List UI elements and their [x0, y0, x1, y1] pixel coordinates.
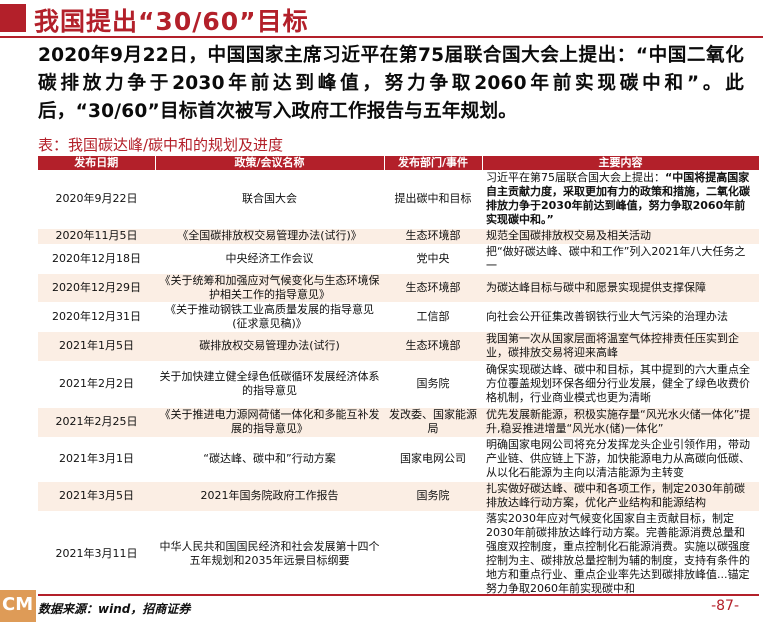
content-text: 落实2030年应对气候变化国家自主贡献目标，制定2030年前碳排放达峰行动方案。…	[486, 511, 750, 595]
content-text: 规范全国碳排放权交易及相关活动	[486, 229, 651, 242]
cell-date: 2021年2月2日	[38, 361, 155, 408]
cell-content: 规范全国碳排放权交易及相关活动	[482, 228, 759, 245]
cell-department: 党中央	[384, 244, 482, 274]
data-source: 数据来源：wind，招商证券	[38, 602, 191, 616]
title-accent-block	[0, 4, 26, 32]
content-text: 把“做好碳达峰、碳中和工作”列入2021年八大任务之一	[486, 244, 746, 272]
cell-department: 国务院	[384, 361, 482, 408]
content-text: 向社会公开征集改善钢铁行业大气污染的治理办法	[486, 309, 728, 323]
table-row: 2020年12月31日 《关于推动钢铁工业高质量发展的指导意见(征求意见稿)》 工信…	[38, 302, 759, 332]
cell-department: 生态环境部	[384, 228, 482, 245]
logo: CM	[0, 590, 36, 622]
policy-table: 发布日期 政策/会议名称 发布部门/事件 主要内容 2020年9月22日 联合国大…	[38, 156, 760, 597]
cell-policy-name: 中央经济工作会议	[155, 244, 384, 274]
cell-policy-name: 《全国碳排放权交易管理办法(试行)》	[155, 228, 384, 245]
footer-rule	[38, 594, 759, 596]
content-text: 为碳达峰目标与碳中和愿景实现提供支撑保障	[486, 280, 706, 294]
cell-department	[384, 511, 482, 597]
cell-content: 扎实做好碳达峰、碳中和各项工作，制定2030年前碳排放达峰行动方案，优化产业结构…	[482, 481, 759, 512]
footer: 数据来源：wind，招商证券 -87-	[0, 594, 763, 622]
content-text: 习近平在第75届联合国大会上提出：	[486, 170, 665, 184]
cell-content: 确保实现碳达峰、碳中和目标，其中提到的六大重点全方位覆盖规划环保各细分行业发展，…	[482, 361, 759, 408]
table-row: 2020年11月5日 《全国碳排放权交易管理办法(试行)》 生态环境部 规范全国碳排放…	[38, 228, 759, 245]
cell-date: 2020年12月31日	[38, 302, 155, 332]
header-policy-name: 政策/会议名称	[155, 156, 385, 170]
cell-date: 2021年3月5日	[38, 481, 155, 512]
table-row: 2021年1月5日 碳排放权交易管理办法(试行) 生态环境部 我国第一次从国家层面将温…	[38, 331, 759, 362]
table-row: 2021年2月25日 《关于推进电力源网荷储一体化和多能互补发展的指导意见》 发改委…	[38, 407, 759, 438]
table-row: 2021年3月5日 2021年国务院政府工作报告 国务院 扎实做好碳达峰、碳中和各项工…	[38, 481, 759, 512]
table-row: 2021年3月11日 中华人民共和国国民经济和社会发展第十四个五年规划和2035年…	[38, 511, 759, 597]
cell-content: 优先发展新能源，积极实施存量“风光水火储一体化”提升,稳妥推进增量“风光水(储)…	[482, 407, 759, 438]
cell-date: 2020年9月22日	[38, 170, 155, 229]
cell-content: 我国第一次从国家层面将温室气体控排责任压实到企业，碳排放交易将迎来高峰	[482, 331, 759, 362]
table-row: 2021年2月2日 关于加快建立健全绿色低碳循环发展经济体系的指导意见 国务院 确保实…	[38, 361, 759, 408]
cell-policy-name: 《关于推动钢铁工业高质量发展的指导意见(征求意见稿)》	[155, 302, 384, 332]
cell-department: 工信部	[384, 302, 482, 332]
content-text: 明确国家电网公司将充分发挥龙头企业引领作用，带动产业链、供应链上下游，加快能源电…	[486, 438, 750, 479]
cell-department: 生态环境部	[384, 273, 482, 303]
header-content: 主要内容	[482, 156, 760, 170]
cell-date: 2020年12月29日	[38, 273, 155, 303]
table-row: 2020年9月22日 联合国大会 提出碳中和目标 习近平在第75届联合国大会上提出：“…	[38, 170, 759, 229]
header-department: 发布部门/事件	[384, 156, 483, 170]
table-row: 2020年12月18日 中央经济工作会议 党中央 把“做好碳达峰、碳中和工作”列入20…	[38, 244, 759, 274]
content-text: 扎实做好碳达峰、碳中和各项工作，制定2030年前碳排放达峰行动方案，优化产业结构…	[486, 482, 745, 509]
cell-date: 2021年3月1日	[38, 437, 155, 482]
content-text: 确保实现碳达峰、碳中和目标，其中提到的六大重点全方位覆盖规划环保各细分行业发展，…	[486, 363, 750, 404]
cell-department: 提出碳中和目标	[384, 170, 482, 229]
title-rule	[0, 36, 763, 38]
cell-date: 2021年2月25日	[38, 407, 155, 438]
header-date: 发布日期	[38, 156, 156, 170]
cell-policy-name: 碳排放权交易管理办法(试行)	[155, 331, 384, 362]
cell-content: 把“做好碳达峰、碳中和工作”列入2021年八大任务之一	[482, 244, 759, 274]
cell-department: 国家电网公司	[384, 437, 482, 482]
cell-policy-name: 2021年国务院政府工作报告	[155, 481, 384, 512]
cell-content: 习近平在第75届联合国大会上提出：“中国将提高国家自主贡献力度，采取更加有力的政…	[482, 170, 759, 229]
cell-date: 2020年11月5日	[38, 228, 155, 245]
cell-department: 发改委、国家能源局	[384, 407, 482, 438]
cell-date: 2021年1月5日	[38, 331, 155, 362]
page-title: 我国提出“30/60”目标	[34, 7, 309, 36]
cell-policy-name: 联合国大会	[155, 170, 384, 229]
cell-date: 2021年3月11日	[38, 511, 155, 597]
intro-paragraph: 2020年9月22日，中国国家主席习近平在第75届联合国大会上提出：“中国二氧化…	[38, 45, 744, 122]
table-caption: 表：我国碳达峰/碳中和的规划及进度	[38, 136, 284, 154]
cell-department: 生态环境部	[384, 331, 482, 362]
cell-content: 明确国家电网公司将充分发挥龙头企业引领作用，带动产业链、供应链上下游，加快能源电…	[482, 437, 759, 482]
cell-content: 为碳达峰目标与碳中和愿景实现提供支撑保障	[482, 273, 759, 303]
cell-department: 国务院	[384, 481, 482, 512]
cell-policy-name: 中华人民共和国国民经济和社会发展第十四个五年规划和2035年远景目标纲要	[155, 511, 384, 597]
cell-policy-name: 《关于推进电力源网荷储一体化和多能互补发展的指导意见》	[155, 407, 384, 438]
table-row: 2021年3月1日 “碳达峰、碳中和”行动方案 国家电网公司 明确国家电网公司将充分发…	[38, 437, 759, 482]
content-text: 优先发展新能源，积极实施存量“风光水火储一体化”提升,稳妥推进增量“风光水(储)…	[486, 408, 751, 435]
logo-text: CM	[2, 594, 34, 615]
cell-date: 2020年12月18日	[38, 244, 155, 274]
cell-content: 落实2030年应对气候变化国家自主贡献目标，制定2030年前碳排放达峰行动方案。…	[482, 511, 759, 597]
page-number: -87-	[711, 598, 739, 614]
cell-policy-name: “碳达峰、碳中和”行动方案	[155, 437, 384, 482]
cell-policy-name: 《关于统筹和加强应对气候变化与生态环境保护相关工作的指导意见》	[155, 273, 384, 303]
table-row: 2020年12月29日 《关于统筹和加强应对气候变化与生态环境保护相关工作的指导意…	[38, 273, 759, 303]
content-text: 我国第一次从国家层面将温室气体控排责任压实到企业，碳排放交易将迎来高峰	[486, 332, 739, 359]
cell-content: 向社会公开征集改善钢铁行业大气污染的治理办法	[482, 302, 759, 332]
table-header-row: 发布日期 政策/会议名称 发布部门/事件 主要内容	[38, 156, 760, 170]
cell-policy-name: 关于加快建立健全绿色低碳循环发展经济体系的指导意见	[155, 361, 384, 408]
title-bar: 我国提出“30/60”目标	[0, 0, 763, 38]
